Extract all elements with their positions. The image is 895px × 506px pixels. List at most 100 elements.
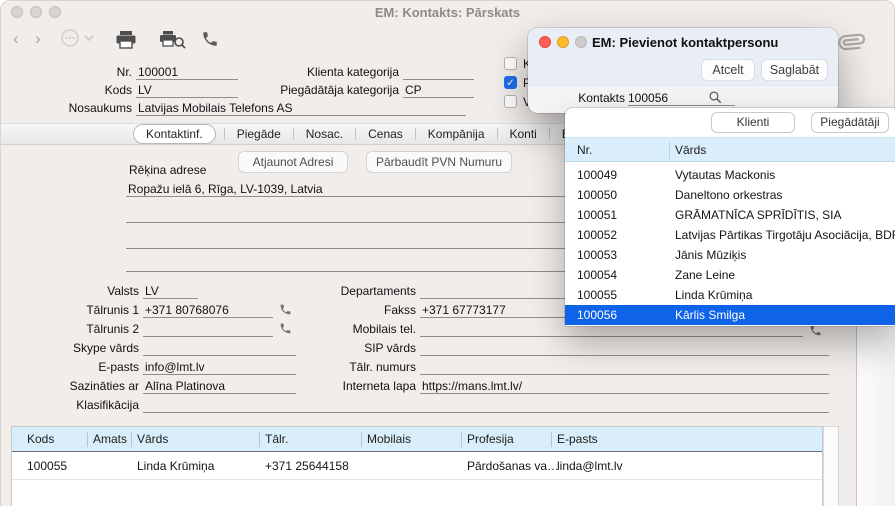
cell-talr[interactable]: +371 25644158 xyxy=(265,459,349,473)
paperclip-icon[interactable] xyxy=(839,27,865,60)
row-sip: SIP vārds xyxy=(1,339,895,357)
list-item[interactable]: 100055 Linda Krūmiņa xyxy=(565,285,895,305)
talr-numurs-field[interactable] xyxy=(420,358,829,375)
list-item[interactable]: 100053 Jānis Mūziķis xyxy=(565,245,895,265)
tab-separator xyxy=(355,128,356,140)
col-mobilais[interactable]: Mobilais xyxy=(367,432,411,446)
fakss-label: Fakss xyxy=(301,303,416,317)
ps-nr: 100050 xyxy=(577,188,617,202)
list-item[interactable]: 100050 Daneltono orkestras xyxy=(565,185,895,205)
ps-nr: 100051 xyxy=(577,208,617,222)
ps-nr: 100052 xyxy=(577,228,617,242)
tab-konti[interactable]: Konti xyxy=(506,127,541,141)
parbaudit-pvn-button[interactable]: Pārbaudīt PVN Numuru xyxy=(366,151,512,173)
table-scrollbar[interactable] xyxy=(823,426,839,506)
paste-special-header[interactable]: Nr. Vārds xyxy=(565,137,895,162)
col-epasts[interactable]: E-pasts xyxy=(557,432,598,446)
column-separator xyxy=(669,142,670,159)
kods-label: Kods xyxy=(31,83,132,97)
row-interneta-lapa: Interneta lapa https://mans.lmt.lv/ xyxy=(1,377,895,395)
ps-nr: 100055 xyxy=(577,288,617,302)
col-kods[interactable]: Kods xyxy=(27,432,54,446)
more-actions-icon[interactable] xyxy=(61,29,95,47)
cell-kods[interactable]: 100055 xyxy=(27,459,67,473)
piegadataji-button[interactable]: Piegādātāji xyxy=(811,112,889,133)
checkbox-k-box[interactable] xyxy=(504,57,517,70)
ps-name: Kārlis Smilga xyxy=(675,308,745,322)
contact-persons-table-header[interactable]: Kods Amats Vārds Tālr. Mobilais Profesij… xyxy=(12,427,822,452)
list-item[interactable]: 100054 Zane Leine xyxy=(565,265,895,285)
paste-special-magnifier-icon[interactable] xyxy=(708,90,723,105)
print-preview-icon[interactable] xyxy=(159,30,187,50)
klienta-kategorija-field[interactable] xyxy=(403,63,474,80)
ps-name: Vytautas Mackonis xyxy=(675,168,775,182)
klasifikacija-field[interactable] xyxy=(143,396,829,413)
cell-profesija[interactable]: Pārdošanas va… xyxy=(467,459,559,473)
sip-field[interactable] xyxy=(420,339,829,356)
zoom-icon[interactable] xyxy=(575,36,587,48)
minimize-icon[interactable] xyxy=(557,36,569,48)
tab-separator xyxy=(549,128,550,140)
sip-label: SIP vārds xyxy=(301,341,416,355)
nosaukums-label: Nosaukums xyxy=(31,101,132,115)
close-icon[interactable] xyxy=(539,36,551,48)
atjaunot-adresi-button[interactable]: Atjaunot Adresi xyxy=(238,151,348,173)
col-profesija[interactable]: Profesija xyxy=(467,432,514,446)
list-item[interactable]: 100049 Vytautas Mackonis xyxy=(565,165,895,185)
screen: EM: Kontakts: Pārskats ‹ › xyxy=(0,0,895,506)
kods-field[interactable]: LV xyxy=(136,81,238,98)
tab-separator xyxy=(293,128,294,140)
cell-vards[interactable]: Linda Krūmiņa xyxy=(137,459,214,473)
tab-cenas[interactable]: Cenas xyxy=(364,127,407,141)
print-icon[interactable] xyxy=(115,30,137,50)
list-item[interactable]: 100052 Latvijas Pārtikas Tirgotāju Asoci… xyxy=(565,225,895,245)
klasifikacija-label: Klasifikācija xyxy=(31,398,139,412)
ps-nr: 100049 xyxy=(577,168,617,182)
tab-kontaktinf[interactable]: Kontaktinf. xyxy=(133,124,216,144)
piegadataja-kategorija-field[interactable]: CP xyxy=(403,81,474,98)
checkbox-p-box[interactable]: ✓ xyxy=(504,76,517,89)
tab-separator xyxy=(224,128,225,140)
col-amats[interactable]: Amats xyxy=(93,432,127,446)
column-separator xyxy=(131,432,132,447)
ps-name: GRĀMATNĪCA SPRĪDĪTIS, SIA xyxy=(675,208,841,222)
column-separator xyxy=(551,432,552,447)
list-item[interactable]: 100051 GRĀMATNĪCA SPRĪDĪTIS, SIA xyxy=(565,205,895,225)
forward-button[interactable]: › xyxy=(35,29,41,49)
window-title: EM: Kontakts: Pārskats xyxy=(1,5,894,20)
ps-col-nr[interactable]: Nr. xyxy=(577,143,592,157)
ps-name: Latvijas Pārtikas Tirgotāju Asociācija, … xyxy=(675,228,895,242)
ps-name: Daneltono orkestras xyxy=(675,188,782,202)
row-talr-numurs: Tālr. numurs xyxy=(1,358,895,376)
tab-separator xyxy=(497,128,498,140)
ps-name: Linda Krūmiņa xyxy=(675,288,752,302)
piegadataja-kategorija-label: Piegādātāja kategorija xyxy=(261,83,399,97)
tab-nosac[interactable]: Nosac. xyxy=(302,127,347,141)
column-separator xyxy=(461,432,462,447)
ps-nr: 100054 xyxy=(577,268,617,282)
cell-epasts[interactable]: linda@lmt.lv xyxy=(557,459,623,473)
contact-persons-table: Kods Amats Vārds Tālr. Mobilais Profesij… xyxy=(11,426,823,506)
ps-name: Jānis Mūziķis xyxy=(675,248,746,262)
call-icon[interactable] xyxy=(201,29,219,49)
main-titlebar[interactable]: EM: Kontakts: Pārskats xyxy=(1,1,894,23)
col-vards[interactable]: Vārds xyxy=(137,432,168,446)
tab-separator xyxy=(415,128,416,140)
save-button[interactable]: Saglabāt xyxy=(761,59,828,81)
nr-field[interactable]: 100001 xyxy=(136,63,238,80)
list-item-selected[interactable]: 100056 Kārlis Smilga xyxy=(565,305,895,325)
klienti-button[interactable]: Klienti xyxy=(711,112,795,133)
col-talr[interactable]: Tālr. xyxy=(265,432,288,446)
nosaukums-field[interactable]: Latvijas Mobilais Telefons AS xyxy=(136,99,466,116)
tab-piegade[interactable]: Piegāde xyxy=(233,127,285,141)
back-button[interactable]: ‹ xyxy=(13,29,19,49)
interneta-lapa-field[interactable]: https://mans.lmt.lv/ xyxy=(420,377,829,394)
klienta-kategorija-label: Klienta kategorija xyxy=(261,65,399,79)
checkbox-v-box[interactable] xyxy=(504,95,517,108)
ps-nr: 100056 xyxy=(577,308,617,322)
paste-special-panel: Klienti Piegādātāji Nr. Vārds 100049 Vyt… xyxy=(565,108,895,326)
cancel-button[interactable]: Atcelt xyxy=(701,59,755,81)
ps-col-vards[interactable]: Vārds xyxy=(675,143,706,157)
interneta-lapa-label: Interneta lapa xyxy=(301,379,416,393)
tab-kompanija[interactable]: Kompānija xyxy=(424,127,489,141)
